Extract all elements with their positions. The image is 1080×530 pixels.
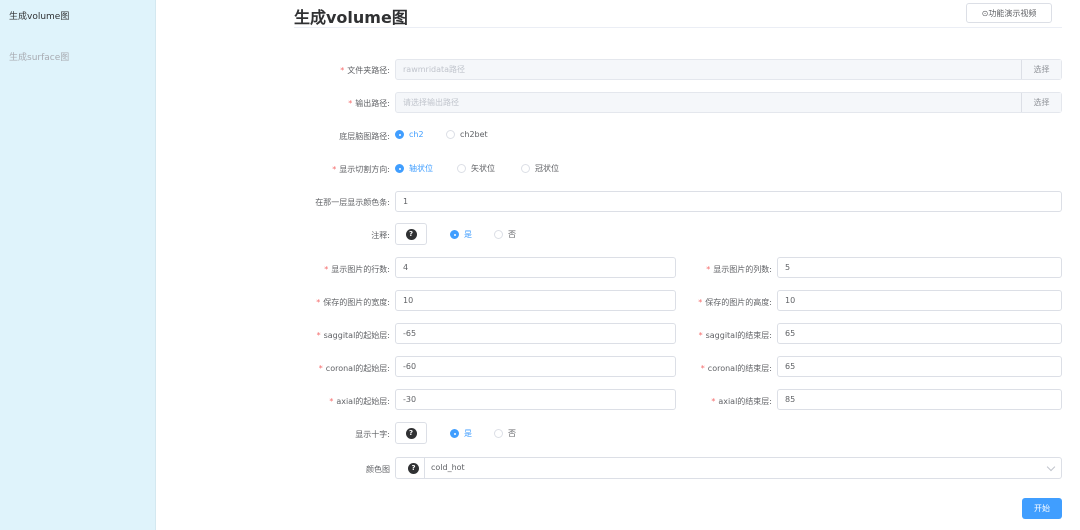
- demo-video-button[interactable]: ⊙功能演示视频: [966, 3, 1052, 23]
- coronal-start-input[interactable]: -60: [395, 356, 676, 377]
- coronal-end-label: * coronal的结束层:: [700, 364, 772, 373]
- img-width-input[interactable]: 10: [395, 290, 676, 311]
- cols-label: * 显示图片的列数:: [706, 265, 772, 274]
- header-divider: [294, 27, 1062, 28]
- colormap-label: 颜色图: [366, 465, 390, 474]
- img-width-label: * 保存的图片的宽度:: [316, 298, 390, 307]
- coronal-end-input[interactable]: 65: [777, 356, 1062, 377]
- axial-start-input[interactable]: -30: [395, 389, 676, 410]
- axial-end-label: * axial的结束层:: [711, 397, 772, 406]
- colorbar-layer-input[interactable]: 1: [395, 191, 1062, 212]
- output-path-label: * 输出路径:: [348, 99, 390, 108]
- rows-label: * 显示图片的行数:: [324, 265, 390, 274]
- radio-ch2[interactable]: ch2: [395, 130, 424, 139]
- radio-ch2bet[interactable]: ch2bet: [446, 130, 488, 139]
- colormap-select[interactable]: ? cold_hot: [395, 457, 1062, 479]
- folder-path-select-button[interactable]: 选择: [1021, 60, 1061, 79]
- sagittal-start-input[interactable]: -65: [395, 323, 676, 344]
- radio-axial[interactable]: 轴状位: [395, 163, 433, 174]
- radio-sagittal[interactable]: 矢状位: [457, 163, 495, 174]
- crosshair-help-button[interactable]: ?: [395, 422, 427, 444]
- crosshair-label: 显示十字:: [355, 430, 390, 439]
- sidebar: 生成volume图 生成surface图: [0, 0, 156, 530]
- start-button[interactable]: 开始: [1022, 498, 1062, 519]
- colorbar-layer-label: 在那一层显示颜色条:: [315, 198, 390, 207]
- colormap-value: cold_hot: [431, 463, 465, 472]
- sidebar-item-volume[interactable]: 生成volume图: [9, 9, 69, 22]
- annotation-label: 注释:: [371, 231, 390, 240]
- page-title: 生成volume图: [294, 8, 408, 27]
- output-path-select-button[interactable]: 选择: [1021, 93, 1061, 112]
- sidebar-item-surface[interactable]: 生成surface图: [9, 50, 69, 63]
- sagittal-start-label: * saggital的起始层:: [316, 331, 390, 340]
- folder-path-input[interactable]: rawmridata路径 选择: [395, 59, 1062, 80]
- sagittal-end-input[interactable]: 65: [777, 323, 1062, 344]
- sagittal-end-label: * saggital的结束层:: [698, 331, 772, 340]
- radio-crosshair-no[interactable]: 否: [494, 428, 516, 439]
- cols-input[interactable]: 5: [777, 257, 1062, 278]
- chevron-down-icon: [1046, 462, 1056, 472]
- radio-annotation-no[interactable]: 否: [494, 229, 516, 240]
- radio-crosshair-yes[interactable]: 是: [450, 428, 472, 439]
- question-icon: ?: [405, 427, 417, 439]
- base-brain-label: 底层脑图路径:: [339, 132, 390, 141]
- question-icon: ?: [405, 228, 417, 240]
- annotation-help-button[interactable]: ?: [395, 223, 427, 245]
- slice-direction-label: * 显示切割方向:: [332, 165, 390, 174]
- axial-start-label: * axial的起始层:: [329, 397, 390, 406]
- radio-coronal[interactable]: 冠状位: [521, 163, 559, 174]
- img-height-label: * 保存的图片的高度:: [698, 298, 772, 307]
- axial-end-input[interactable]: 85: [777, 389, 1062, 410]
- folder-path-label: * 文件夹路径:: [340, 66, 390, 75]
- img-height-input[interactable]: 10: [777, 290, 1062, 311]
- question-icon[interactable]: ?: [408, 463, 419, 474]
- output-path-input[interactable]: 请选择输出路径 选择: [395, 92, 1062, 113]
- coronal-start-label: * coronal的起始层:: [318, 364, 390, 373]
- radio-annotation-yes[interactable]: 是: [450, 229, 472, 240]
- select-divider: [424, 458, 425, 478]
- rows-input[interactable]: 4: [395, 257, 676, 278]
